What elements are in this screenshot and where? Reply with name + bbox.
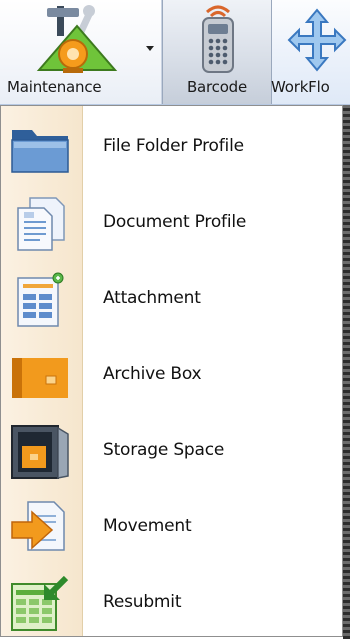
menu-item-label: Resubmit xyxy=(103,592,182,612)
menu-item-document-profile[interactable]: Document Profile xyxy=(1,185,342,261)
barcode-label: Barcode xyxy=(186,78,248,96)
chevron-down-icon[interactable] xyxy=(146,46,154,51)
movement-icon xyxy=(11,501,65,551)
maintenance-label: Maintenance xyxy=(7,78,102,96)
menu-item-attachment[interactable]: Attachment xyxy=(1,261,342,337)
attachment-icon xyxy=(17,272,64,327)
document-profile-icon xyxy=(17,197,65,251)
menu-item-storage-space[interactable]: Storage Space xyxy=(1,413,342,489)
maintenance-tools-icon xyxy=(36,5,118,73)
menu-item-label: Storage Space xyxy=(103,440,225,460)
menu-item-movement[interactable]: Movement xyxy=(1,489,342,565)
workflow-label: WorkFlo xyxy=(271,78,330,96)
menu-item-label: Attachment xyxy=(103,288,201,308)
barcode-remote-icon xyxy=(202,5,234,73)
archive-box-icon xyxy=(12,358,68,398)
menu-item-label: Document Profile xyxy=(103,212,247,232)
menu-item-resubmit[interactable]: Resubmit xyxy=(1,565,342,641)
menu-item-file-folder-profile[interactable]: File Folder Profile xyxy=(1,109,342,185)
ribbon-toolbar: Maintenance Barcode WorkFlo xyxy=(0,0,350,105)
maintenance-dropdown-menu: File Folder Profile Document Profile Att… xyxy=(0,105,343,637)
storage-space-icon xyxy=(11,425,69,479)
workflow-button[interactable]: WorkFlo xyxy=(271,0,350,104)
menu-item-label: File Folder Profile xyxy=(103,136,244,156)
menu-item-label: Archive Box xyxy=(103,364,202,384)
menu-item-archive-box[interactable]: Archive Box xyxy=(1,337,342,413)
resubmit-icon xyxy=(11,576,69,631)
file-folder-icon xyxy=(11,130,69,173)
barcode-button[interactable]: Barcode xyxy=(162,0,272,104)
workflow-arrows-icon xyxy=(287,8,347,72)
menu-item-label: Movement xyxy=(103,516,192,536)
menu-shadow-edge xyxy=(343,105,350,639)
maintenance-button[interactable]: Maintenance xyxy=(0,0,162,104)
